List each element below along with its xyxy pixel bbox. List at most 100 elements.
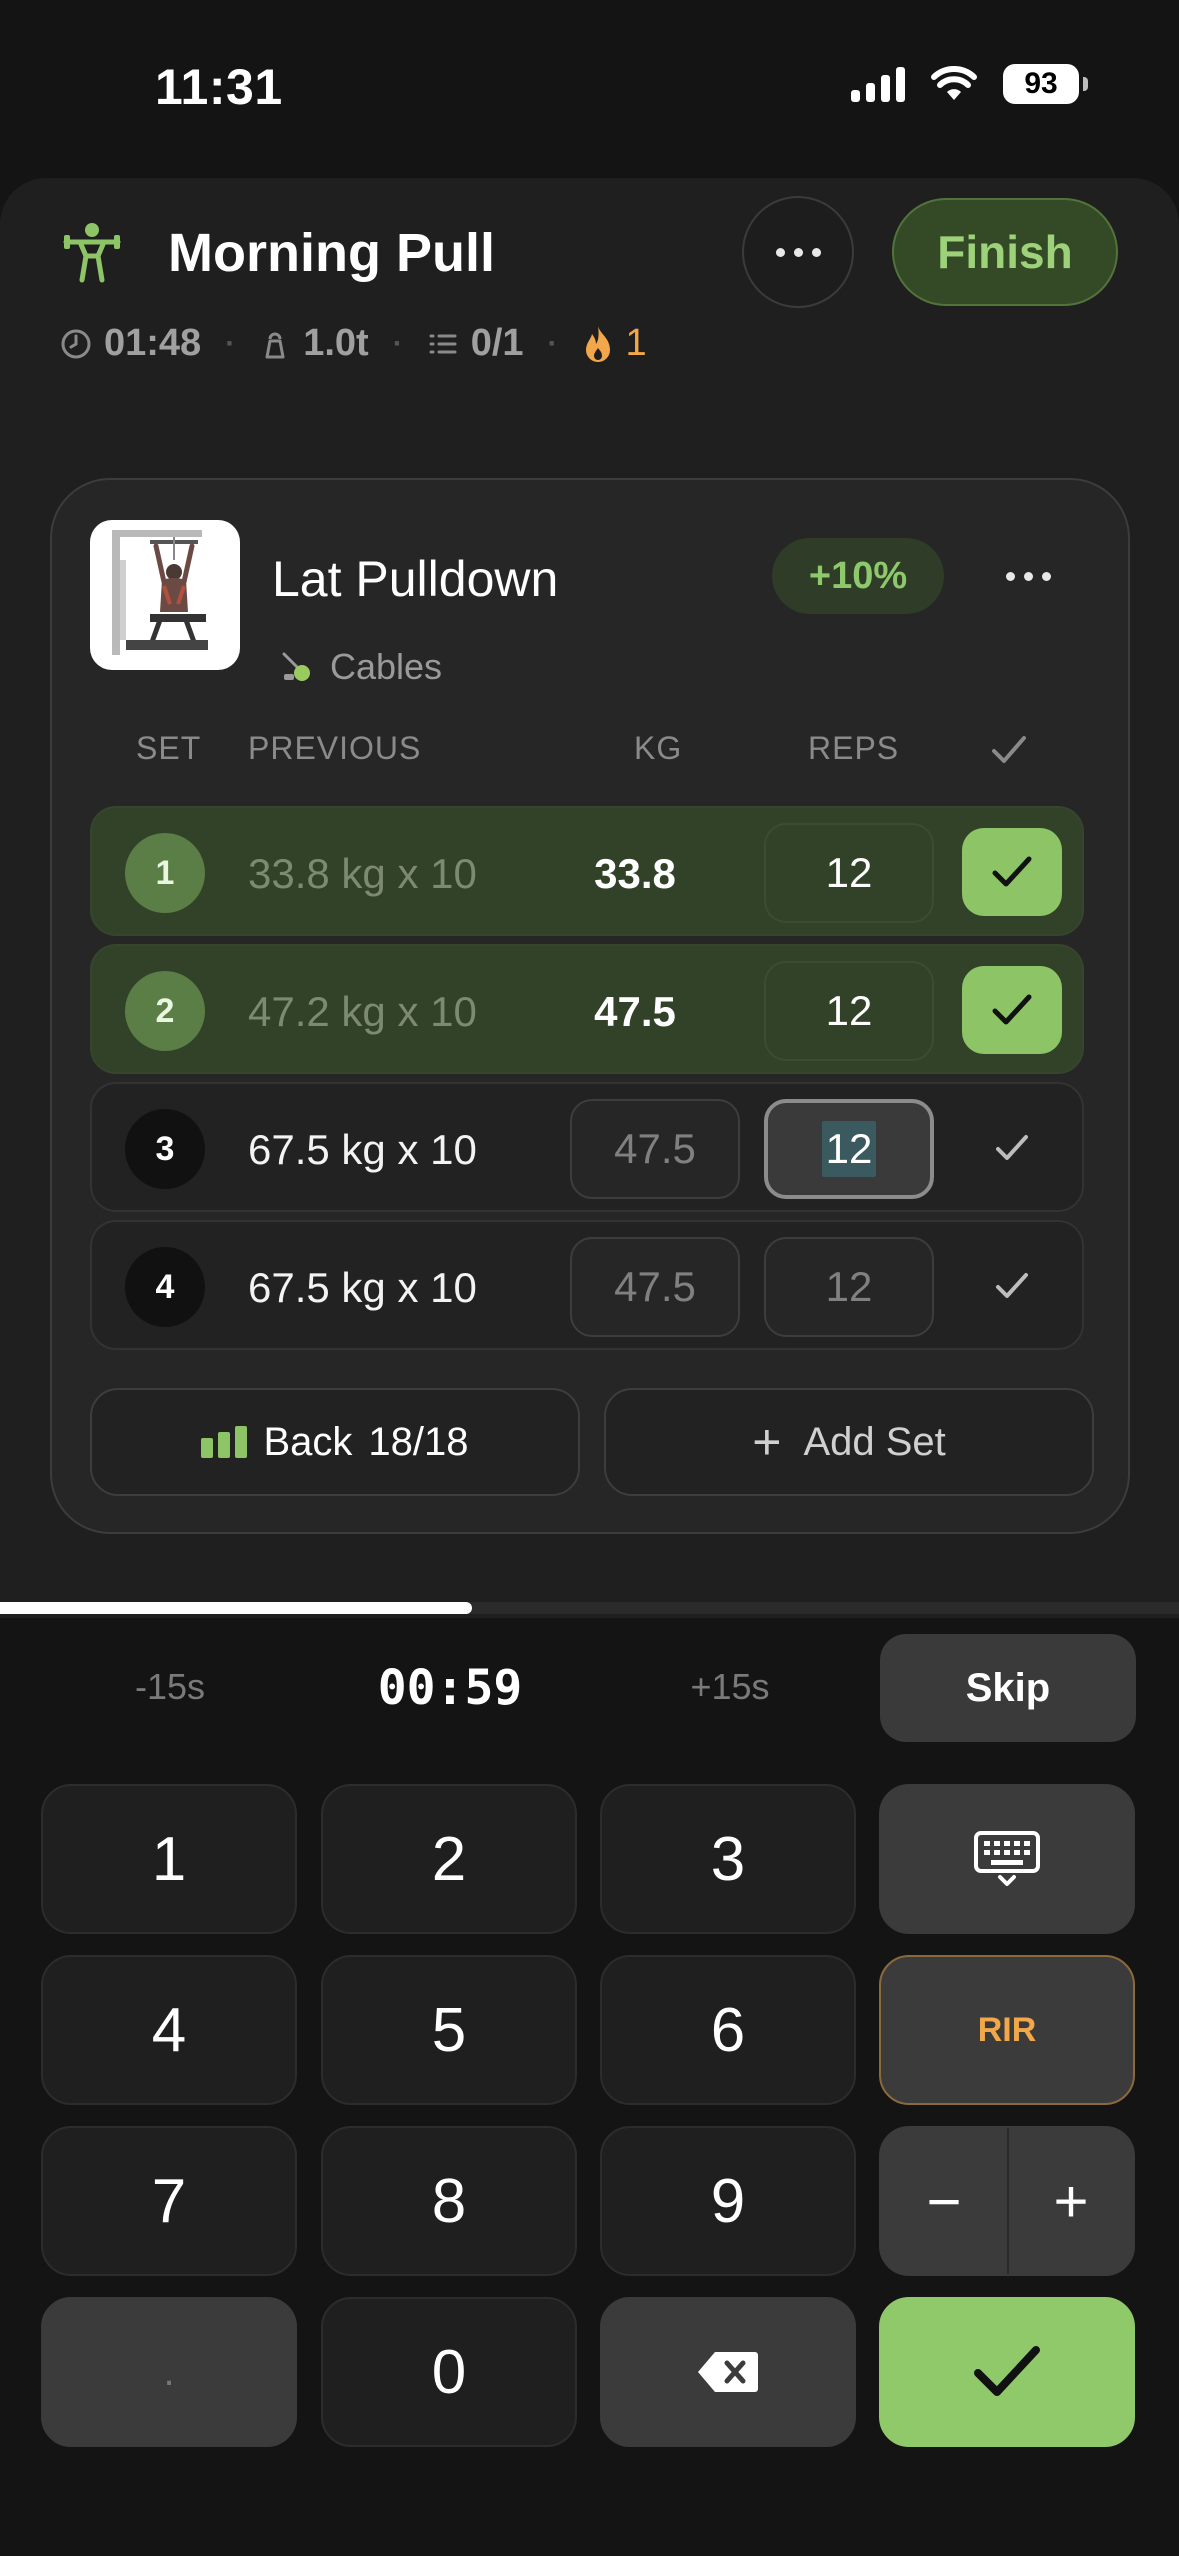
- add-15s-button[interactable]: +15s: [660, 1666, 800, 1708]
- confirm-button[interactable]: [879, 2297, 1135, 2447]
- rest-timer-bar: -15s 00:59 +15s Skip: [0, 1634, 1179, 1744]
- duration-value: 01:48: [104, 322, 202, 364]
- backspace-icon: [698, 2352, 758, 2392]
- check-icon: [996, 1135, 1028, 1160]
- kg-value[interactable]: 47.5: [570, 988, 700, 1036]
- reps-input[interactable]: 12: [764, 961, 934, 1061]
- exercise-card: Lat Pulldown Cables +10% SET PREVIOUS KG…: [50, 478, 1130, 1534]
- decrement-button[interactable]: −: [881, 2128, 1007, 2274]
- bar-chart-icon: [201, 1426, 248, 1458]
- streak-value: 1: [625, 322, 647, 364]
- workout-title: Morning Pull: [168, 223, 495, 283]
- reps-input[interactable]: 12: [764, 823, 934, 923]
- equipment-label: Cables: [330, 646, 443, 687]
- status-time: 11:31: [155, 59, 283, 115]
- status-indicators: 93: [851, 64, 1088, 104]
- key-3[interactable]: 3: [600, 1784, 856, 1934]
- set-number[interactable]: 2: [125, 971, 205, 1051]
- workout-more-button[interactable]: [742, 196, 854, 308]
- previous-value[interactable]: 67.5 kg x 10: [248, 1126, 477, 1174]
- cable-icon: [282, 652, 310, 681]
- check-icon: [974, 2346, 1040, 2396]
- exercise-name[interactable]: Lat Pulldown: [272, 550, 558, 608]
- key-9[interactable]: 9: [600, 2126, 856, 2276]
- key-8[interactable]: 8: [321, 2126, 577, 2276]
- previous-value[interactable]: 33.8 kg x 10: [248, 850, 477, 898]
- workout-person-icon: [63, 223, 121, 283]
- ellipsis-icon: [775, 247, 821, 257]
- lat-pulldown-illustration: [112, 530, 208, 655]
- set-number[interactable]: 3: [125, 1109, 205, 1189]
- column-header-previous: PREVIOUS: [248, 730, 422, 766]
- complete-set-button[interactable]: [962, 828, 1062, 916]
- keyboard-toggle-button[interactable]: [879, 1784, 1135, 1934]
- reps-input[interactable]: 12: [764, 1237, 934, 1337]
- key-5[interactable]: 5: [321, 1955, 577, 2105]
- wifi-icon: [931, 66, 977, 100]
- check-icon: [992, 994, 1032, 1025]
- set-row: 3 67.5 kg x 10 47.5 12: [90, 1082, 1084, 1212]
- column-header-set: SET: [136, 730, 202, 766]
- cellular-signal-icon: [851, 66, 905, 102]
- key-1[interactable]: 1: [41, 1784, 297, 1934]
- rest-timer-progress-fill: [0, 1602, 472, 1614]
- previous-value[interactable]: 47.2 kg x 10: [248, 988, 477, 1036]
- list-icon: [429, 334, 457, 353]
- kettlebell-icon: [265, 332, 285, 358]
- set-row: 2 47.2 kg x 10 47.5 12: [90, 944, 1084, 1074]
- rest-timer-progress: [0, 1602, 1179, 1614]
- kg-input[interactable]: 47.5: [570, 1099, 740, 1199]
- plus-icon: +: [752, 1414, 782, 1470]
- check-icon: [996, 1273, 1028, 1298]
- key-4[interactable]: 4: [41, 1955, 297, 2105]
- key-6[interactable]: 6: [600, 1955, 856, 2105]
- exercise-count-value: 0/1: [470, 322, 524, 364]
- kg-value[interactable]: 33.8: [570, 850, 700, 898]
- exercise-count-stat: 0/1: [427, 322, 524, 365]
- complete-set-button[interactable]: [962, 966, 1062, 1054]
- set-row: 4 67.5 kg x 10 47.5 12: [90, 1220, 1084, 1350]
- set-number[interactable]: 4: [125, 1247, 205, 1327]
- column-header-kg: KG: [634, 730, 683, 766]
- skip-rest-button[interactable]: Skip: [880, 1634, 1136, 1742]
- rir-button[interactable]: RIR: [879, 1955, 1135, 2105]
- key-2[interactable]: 2: [321, 1784, 577, 1934]
- volume-value: 1.0t: [303, 322, 369, 364]
- equipment-tag: Cables: [280, 646, 442, 688]
- set-row: 1 33.8 kg x 10 33.8 12: [90, 806, 1084, 936]
- muscle-label: Back: [263, 1419, 353, 1464]
- decimal-label: .: [163, 2349, 175, 2394]
- volume-stat: 1.0t: [259, 322, 369, 365]
- exercise-thumbnail[interactable]: [90, 520, 240, 670]
- kg-input[interactable]: 47.5: [570, 1237, 740, 1337]
- backspace-button[interactable]: [600, 2297, 856, 2447]
- add-set-label: Add Set: [803, 1419, 946, 1464]
- streak-stat: 1: [582, 322, 647, 365]
- clock-icon: [61, 329, 91, 358]
- battery-indicator: 93: [1003, 64, 1088, 104]
- muscle-count: 18/18: [368, 1419, 469, 1464]
- exercise-more-button[interactable]: [990, 538, 1066, 614]
- key-0[interactable]: 0: [321, 2297, 577, 2447]
- finish-button[interactable]: Finish: [892, 198, 1118, 306]
- key-decimal[interactable]: .: [41, 2297, 297, 2447]
- key-7[interactable]: 7: [41, 2126, 297, 2276]
- set-number[interactable]: 1: [125, 833, 205, 913]
- muscle-progress-button[interactable]: Back 18/18: [90, 1388, 580, 1496]
- add-set-button[interactable]: + Add Set: [604, 1388, 1094, 1496]
- reps-input-active[interactable]: 12: [764, 1099, 934, 1199]
- reps-selected-text: 12: [821, 1121, 877, 1177]
- flame-icon: [585, 325, 610, 362]
- rest-timer-display: 00:59: [377, 1660, 523, 1716]
- stepper: − +: [879, 2126, 1135, 2276]
- increment-button[interactable]: +: [1007, 2128, 1133, 2274]
- column-header-check-icon: [992, 736, 1026, 763]
- workout-stats: 01:48 · 1.0t · 0/1 · 1: [60, 322, 647, 365]
- subtract-15s-button[interactable]: -15s: [100, 1666, 240, 1708]
- complete-set-button[interactable]: [962, 1104, 1062, 1192]
- keyboard-icon: [974, 1831, 1040, 1886]
- duration-stat: 01:48: [60, 322, 201, 365]
- previous-value[interactable]: 67.5 kg x 10: [248, 1264, 477, 1312]
- complete-set-button[interactable]: [962, 1242, 1062, 1330]
- progress-badge[interactable]: +10%: [772, 538, 944, 614]
